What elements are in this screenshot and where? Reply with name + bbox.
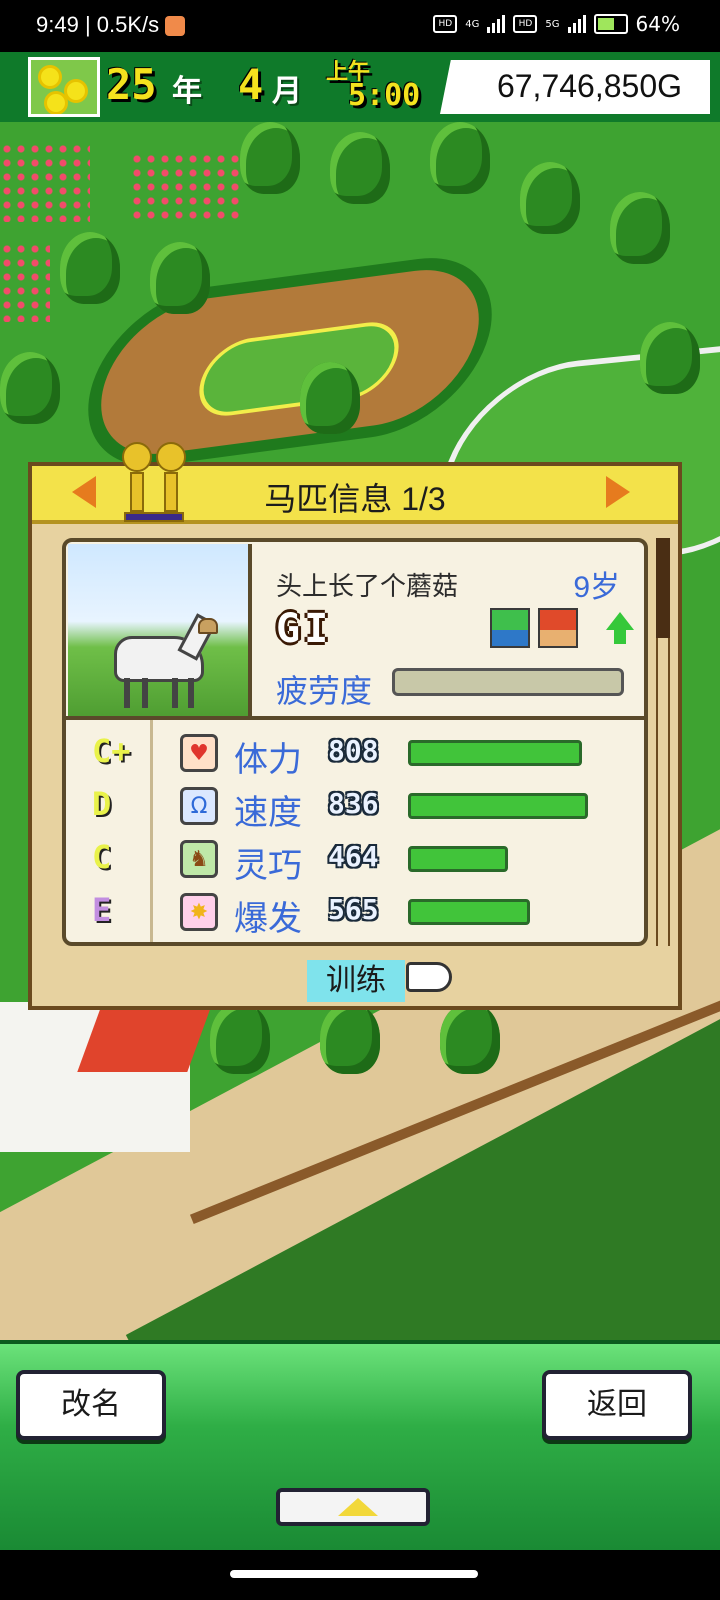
fatigue-label: 疲劳度 — [276, 673, 373, 709]
tree — [440, 1002, 500, 1074]
status-time: 9:49 | 0.5K/s — [36, 12, 186, 38]
grade-badge: GI — [276, 606, 333, 652]
year-value: 25 — [106, 60, 157, 109]
horse-card: 头上长了个蘑菇 9岁 GI 疲劳度 C+ ♥ 体力 808 D Ω 速度 836 C ♞ 灵巧 464… — [62, 538, 648, 946]
flower-icon — [47, 94, 65, 112]
burst-icon: ✸ — [180, 893, 218, 931]
month-value: 4 — [238, 60, 264, 109]
stat-rank: E — [92, 891, 112, 929]
stat-bar — [408, 793, 588, 819]
status-bar: 9:49 | 0.5K/s HD 4G HD 5G 64% — [0, 0, 720, 52]
back-button[interactable]: 返回 — [542, 1370, 692, 1440]
hd-badge-2: HD — [513, 15, 538, 33]
stat-row: D Ω 速度 836 — [66, 781, 644, 833]
stat-row: C ♞ 灵巧 464 — [66, 834, 644, 886]
top-hud: 25 年 4 月 上午 5:00 67,746,850G — [0, 52, 720, 126]
year-unit: 年 — [172, 74, 202, 109]
up-triangle-icon — [338, 1498, 378, 1516]
tree — [610, 192, 670, 264]
clock-text: 9:49 — [36, 12, 79, 37]
card-divider — [66, 716, 644, 720]
money-display: 67,746,850G — [440, 60, 710, 114]
signal-icon-2 — [567, 15, 586, 33]
horse-leg — [172, 678, 178, 708]
heart-icon: ♥ — [180, 734, 218, 772]
horse-age: 9岁 — [573, 571, 620, 604]
flower-bed — [0, 142, 90, 222]
net-speed: 0.5K/s — [96, 12, 160, 37]
tree — [300, 362, 360, 434]
clock-display: 5:00 — [348, 78, 421, 113]
network-type: 4G — [465, 18, 480, 30]
train-button[interactable]: 训练 — [307, 960, 405, 1002]
stable-roof — [77, 1002, 213, 1072]
turf-aptitude-icon — [490, 608, 530, 648]
tree — [520, 162, 580, 234]
stat-name: 体力 — [234, 741, 302, 779]
money-value: 67,746,850G — [496, 68, 682, 104]
scrollbar-thumb[interactable] — [656, 538, 670, 638]
flower-icon — [67, 82, 85, 100]
stat-row: E ✸ 爆发 565 — [66, 887, 644, 939]
tree — [60, 232, 120, 304]
horse-leg — [188, 678, 194, 708]
signal-icon — [487, 15, 506, 33]
tree — [640, 322, 700, 394]
fatigue-bar — [392, 668, 624, 696]
status-indicators: HD 4G HD 5G 64% — [433, 12, 680, 36]
tree — [330, 132, 390, 204]
stat-value: 464 — [328, 840, 379, 873]
flower-bed — [0, 242, 50, 322]
pointing-hand-icon — [406, 962, 452, 992]
next-horse-arrow-icon[interactable] — [606, 476, 630, 508]
horse-portrait[interactable] — [68, 544, 252, 716]
rename-button[interactable]: 改名 — [16, 1370, 166, 1440]
tree — [150, 242, 210, 314]
season-thumbnail[interactable] — [28, 57, 100, 117]
stat-name: 速度 — [234, 794, 302, 832]
stat-value: 565 — [328, 893, 379, 926]
network-type-2: 5G — [545, 18, 560, 30]
battery-icon — [593, 14, 628, 34]
dirt-aptitude-icon — [538, 608, 578, 648]
mushroom-hat-icon — [198, 618, 218, 634]
stat-name: 灵巧 — [234, 847, 302, 885]
horse-name: 头上长了个蘑菇 — [276, 571, 459, 601]
stat-bar — [408, 846, 508, 872]
stat-rank: D — [92, 785, 112, 823]
horseshoe-icon: Ω — [180, 787, 218, 825]
expand-menu-button[interactable] — [276, 1488, 430, 1526]
tree — [430, 122, 490, 194]
stat-rank: C+ — [92, 732, 131, 770]
system-nav-bar — [0, 1550, 720, 1600]
flower-icon — [41, 68, 59, 86]
flower-bed — [130, 152, 240, 222]
tree — [0, 352, 60, 424]
month-unit: 月 — [272, 74, 302, 109]
horse-leg — [142, 678, 148, 708]
growth-up-arrow-stem — [614, 628, 626, 644]
horse-leg — [124, 678, 130, 708]
stat-rank: C — [92, 838, 112, 876]
bottom-bar: 改名 返回 — [0, 1340, 720, 1550]
horse-info-panel: 马匹信息 1/3 头上长了个蘑菇 9岁 GI 疲劳度 C+ ♥ 体力 808 D Ω 速度 8… — [28, 442, 682, 1010]
stat-name: 爆发 — [234, 900, 302, 938]
stat-value: 808 — [328, 734, 379, 767]
trophy-icon — [118, 442, 192, 542]
battery-percent: 64% — [635, 12, 680, 36]
tree — [210, 1002, 270, 1074]
tree — [240, 122, 300, 194]
home-indicator[interactable] — [230, 1570, 478, 1578]
stat-bar — [408, 899, 530, 925]
tree — [320, 1002, 380, 1074]
app-notification-icon — [165, 16, 186, 37]
hd-badge: HD — [433, 15, 458, 33]
stat-bar — [408, 740, 582, 766]
stat-value: 836 — [328, 787, 379, 820]
horse-icon: ♞ — [180, 840, 218, 878]
stat-row: C+ ♥ 体力 808 — [66, 728, 644, 780]
